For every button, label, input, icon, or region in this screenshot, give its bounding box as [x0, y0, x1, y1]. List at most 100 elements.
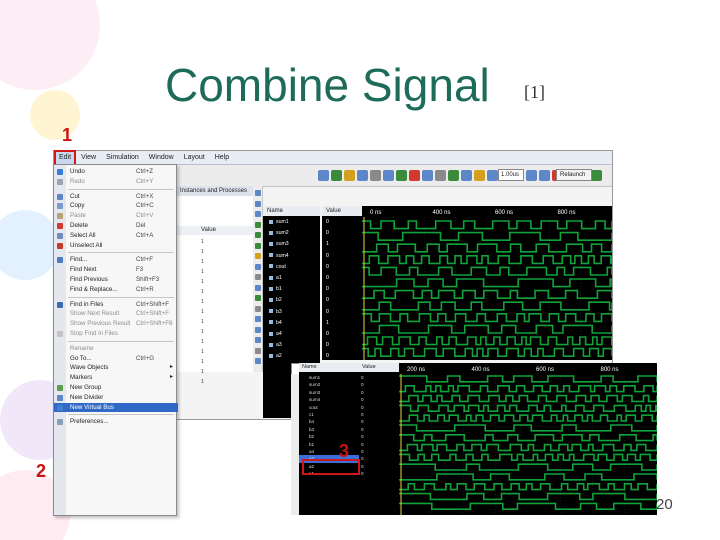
objects-row[interactable]: 1	[177, 318, 255, 326]
menu-item-new-group[interactable]: New Group	[54, 383, 178, 393]
signal-name[interactable]: a3	[269, 341, 282, 349]
side-tool-icon[interactable]	[255, 190, 261, 196]
toolbar-icon[interactable]	[370, 170, 381, 181]
signal-name-2[interactable]: sum2	[309, 381, 320, 388]
menu-item-show-previous-result[interactable]: Show Previous Result Ctrl+Shift+F8	[54, 319, 178, 329]
menu-item-markers[interactable]: Markers ▸	[54, 373, 178, 383]
toolbar-icon[interactable]	[448, 170, 459, 181]
signal-name[interactable]: a1	[269, 274, 282, 282]
menu-help[interactable]: Help	[210, 151, 234, 165]
menu-item-preferences[interactable]: Preferences...	[54, 417, 178, 427]
toolbar-icon[interactable]	[357, 170, 368, 181]
signal-name-2[interactable]: cout	[309, 404, 318, 411]
side-tool-icon[interactable]	[255, 242, 261, 249]
toolbar-icon[interactable]	[487, 170, 498, 181]
signal-name-2[interactable]: b2	[309, 433, 314, 440]
side-tool-icon[interactable]	[255, 337, 261, 343]
objects-row[interactable]: 1	[177, 328, 255, 336]
objects-row[interactable]: 1	[177, 338, 255, 346]
signal-name-2[interactable]: b4	[309, 418, 314, 425]
signal-name[interactable]: b4	[269, 319, 282, 327]
side-tool-icon[interactable]	[255, 316, 261, 322]
side-tool-icon[interactable]	[255, 253, 261, 259]
side-tool-icon[interactable]	[255, 200, 261, 207]
side-tool-icon[interactable]	[255, 221, 261, 228]
zoom-select[interactable]: 1.00us	[498, 169, 524, 181]
signal-name-2[interactable]: a4	[309, 448, 314, 455]
signal-name[interactable]: a4	[269, 330, 282, 338]
side-tool-icon[interactable]	[255, 358, 261, 364]
waveform-view-2[interactable]: 200 ns 400 ns 600 ns 800 ns	[399, 363, 657, 515]
menu-item-redo[interactable]: Redo Ctrl+Y	[54, 177, 178, 187]
side-tool-icon[interactable]	[255, 295, 261, 301]
side-tool-icon[interactable]	[255, 347, 261, 354]
toolbar-icon[interactable]	[474, 170, 485, 181]
signal-name[interactable]: sum1	[269, 218, 289, 226]
objects-row[interactable]: 1	[177, 378, 255, 386]
signal-name[interactable]: a2	[269, 352, 282, 360]
signal-name[interactable]: b1	[269, 285, 282, 293]
signal-name[interactable]: b2	[269, 296, 282, 304]
objects-row[interactable]: 1	[177, 308, 255, 316]
menu-item-find-replace[interactable]: Find & Replace... Ctrl+R	[54, 285, 178, 295]
menu-item-select-all[interactable]: Select All Ctrl+A	[54, 231, 178, 241]
menu-item-new-virtual-bus[interactable]: New Virtual Bus	[54, 402, 178, 413]
toolbar-icon[interactable]	[383, 170, 394, 181]
signal-name-2[interactable]: b3	[309, 426, 314, 433]
side-tool-icon[interactable]	[255, 274, 261, 280]
objects-row[interactable]: 1	[177, 248, 255, 256]
relaunch-button[interactable]: Relaunch	[556, 169, 592, 181]
toolbar-icon[interactable]	[461, 170, 472, 181]
objects-row[interactable]: 1	[177, 358, 255, 366]
menu-item-go-to[interactable]: Go To... Ctrl+G	[54, 354, 178, 364]
menu-layout[interactable]: Layout	[179, 151, 210, 165]
signal-name-2[interactable]: sum4	[309, 396, 320, 403]
signal-name-2[interactable]: sum1	[309, 374, 320, 381]
objects-row[interactable]: 1	[177, 368, 255, 376]
menu-item-rename[interactable]: Rename	[54, 344, 178, 354]
menu-item-stop-find-in-files[interactable]: Stop Find in Files	[54, 329, 178, 339]
menu-view[interactable]: View	[76, 151, 101, 165]
side-tool-icon[interactable]	[255, 232, 261, 238]
objects-row[interactable]: 1	[177, 278, 255, 286]
objects-row[interactable]: 1	[177, 258, 255, 266]
toolbar-icon[interactable]	[591, 170, 602, 181]
signal-name-2[interactable]: b1	[309, 441, 314, 448]
objects-row[interactable]: 1	[177, 348, 255, 356]
side-tool-icon[interactable]	[255, 211, 261, 217]
toolbar-icon[interactable]	[344, 170, 355, 181]
objects-row[interactable]: 1	[177, 268, 255, 276]
signal-name[interactable]: sum2	[269, 229, 289, 237]
objects-row[interactable]: 1	[177, 238, 255, 246]
toolbar-icon[interactable]	[435, 170, 446, 181]
menu-simulation[interactable]: Simulation	[101, 151, 144, 165]
toolbar-icon[interactable]	[539, 170, 550, 181]
objects-row[interactable]: 1	[177, 288, 255, 296]
menu-item-find[interactable]: Find... Ctrl+F	[54, 255, 178, 265]
signal-name[interactable]: b3	[269, 308, 282, 316]
menu-item-copy[interactable]: Copy Ctrl+C	[54, 201, 178, 211]
signal-name[interactable]: sum3	[269, 240, 289, 248]
toolbar-icon[interactable]	[318, 170, 329, 181]
toolbar-icon[interactable]	[526, 170, 537, 181]
toolbar-icon[interactable]	[331, 170, 342, 181]
menu-item-paste[interactable]: Paste Ctrl+V	[54, 211, 178, 221]
side-tool-icon[interactable]	[255, 326, 261, 333]
menu-item-cut[interactable]: Cut Ctrl+X	[54, 192, 178, 202]
menu-item-find-next[interactable]: Find Next F3	[54, 265, 178, 275]
menu-item-new-divider[interactable]: New Divider	[54, 393, 178, 403]
signal-name-2[interactable]: c1	[309, 411, 314, 418]
menu-item-undo[interactable]: Undo Ctrl+Z	[54, 167, 178, 177]
waveform-view[interactable]: 0 ns 400 ns 600 ns 800 ns	[362, 206, 612, 360]
side-tool-icon[interactable]	[255, 305, 261, 312]
objects-row[interactable]: 1	[177, 298, 255, 306]
menu-item-delete[interactable]: Delete Del	[54, 221, 178, 231]
menu-item-wave-objects[interactable]: Wave Objects ▸	[54, 363, 178, 373]
toolbar-icon[interactable]	[422, 170, 433, 181]
side-tool-icon[interactable]	[255, 263, 261, 270]
toolbar-icon[interactable]	[396, 170, 407, 181]
toolbar-icon[interactable]	[409, 170, 420, 181]
menu-item-unselect-all[interactable]: Unselect All	[54, 241, 178, 251]
side-tool-icon[interactable]	[255, 284, 261, 291]
menu-item-find-in-files[interactable]: Find in Files Ctrl+Shift+F	[54, 300, 178, 310]
